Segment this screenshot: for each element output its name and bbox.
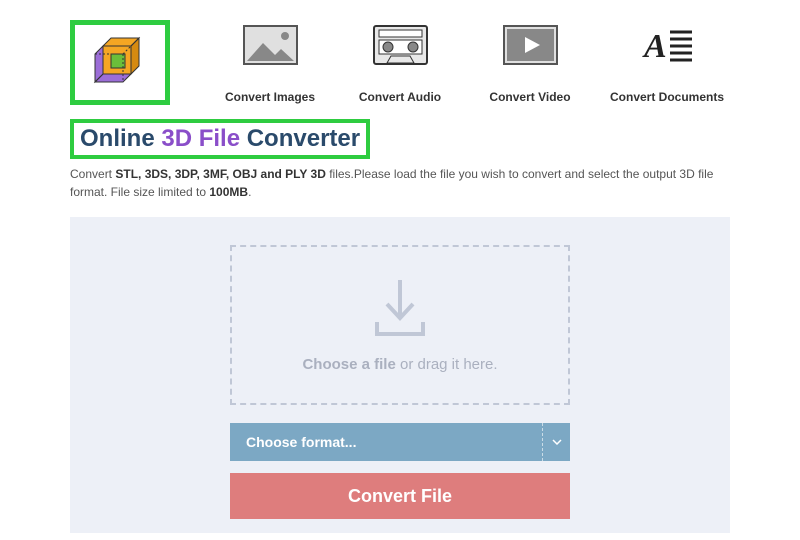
nav-convert-audio[interactable]: Convert Audio [350, 25, 450, 104]
format-select-label: Choose format... [230, 434, 542, 450]
chevron-down-icon [542, 423, 570, 461]
main-nav: Convert Images Convert Audio [220, 20, 724, 104]
logo-3d-cube[interactable] [70, 20, 170, 105]
nav-label: Convert Images [225, 90, 315, 104]
cube-3d-icon [89, 32, 151, 94]
svg-text:A: A [642, 28, 667, 65]
page-title-box: Online 3D File Converter [70, 119, 370, 159]
download-arrow-icon [373, 278, 427, 338]
nav-label: Convert Video [489, 90, 570, 104]
format-select[interactable]: Choose format... [230, 423, 570, 461]
subtitle-text: Convert STL, 3DS, 3DP, 3MF, OBJ and PLY … [70, 165, 730, 201]
upload-panel: Choose a file or drag it here. Choose fo… [70, 217, 730, 533]
nav-label: Convert Documents [610, 90, 724, 104]
title-part-online: Online [80, 125, 155, 152]
nav-convert-video[interactable]: Convert Video [480, 25, 580, 104]
cassette-icon [373, 25, 428, 65]
nav-label: Convert Audio [359, 90, 441, 104]
convert-file-button[interactable]: Convert File [230, 473, 570, 519]
nav-convert-images[interactable]: Convert Images [220, 25, 320, 104]
title-part-converter: Converter [247, 125, 360, 152]
file-dropzone[interactable]: Choose a file or drag it here. [230, 245, 570, 405]
dropzone-label: Choose a file or drag it here. [302, 356, 497, 373]
title-part-3dfile: 3D File [161, 125, 240, 152]
video-play-icon [503, 25, 558, 65]
document-text-icon: A [640, 25, 695, 65]
nav-convert-documents[interactable]: A Convert Documents [610, 25, 724, 104]
image-icon [243, 25, 298, 65]
